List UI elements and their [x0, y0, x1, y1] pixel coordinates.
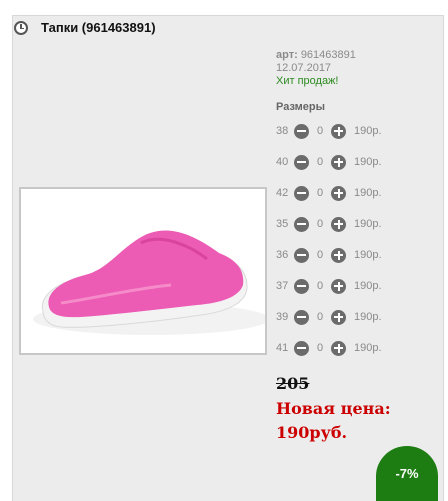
size-row: 36 0 190р.: [276, 246, 382, 264]
product-date: 12.07.2017: [276, 62, 332, 74]
quantity-value: 0: [316, 187, 324, 199]
size-price: 190р.: [354, 187, 382, 199]
product-info: арт: 961463891 12.07.2017 Хит продаж!: [276, 49, 356, 88]
new-price-label: Новая цена:: [276, 399, 391, 418]
minus-icon[interactable]: [294, 247, 309, 263]
size-row: 35 0 190р.: [276, 215, 382, 233]
quantity-value: 0: [316, 280, 324, 292]
quantity-value: 0: [316, 249, 324, 261]
clock-icon: [14, 20, 28, 35]
size-row: 37 0 190р.: [276, 277, 382, 295]
new-price-value: 190руб.: [276, 423, 348, 442]
size-price: 190р.: [354, 125, 382, 137]
size-label: 35: [276, 218, 289, 230]
minus-icon[interactable]: [294, 185, 309, 201]
art-value: 961463891: [300, 49, 356, 61]
discount-value: -7%: [395, 466, 419, 481]
minus-icon[interactable]: [294, 309, 309, 325]
slipper-image: [33, 230, 269, 335]
plus-icon[interactable]: [331, 185, 346, 201]
plus-icon[interactable]: [331, 309, 346, 325]
size-price: 190р.: [354, 218, 382, 230]
size-row: 41 0 190р.: [276, 339, 382, 357]
plus-icon[interactable]: [331, 340, 346, 356]
size-label: 38: [276, 125, 289, 137]
minus-icon[interactable]: [294, 216, 309, 232]
size-label: 40: [276, 156, 289, 168]
size-label: 39: [276, 311, 289, 323]
size-row: 39 0 190р.: [276, 308, 382, 326]
discount-badge: -7%: [376, 446, 438, 501]
product-title: Тапки (961463891): [41, 20, 156, 35]
plus-icon[interactable]: [331, 247, 346, 263]
product-header: Тапки (961463891): [14, 20, 156, 35]
size-price: 190р.: [354, 156, 382, 168]
size-price: 190р.: [354, 280, 382, 292]
size-price: 190р.: [354, 249, 382, 261]
plus-icon[interactable]: [331, 278, 346, 294]
size-label: 42: [276, 187, 289, 199]
art-label: арт:: [276, 49, 298, 61]
minus-icon[interactable]: [294, 154, 309, 170]
product-image[interactable]: [19, 187, 269, 355]
plus-icon[interactable]: [331, 154, 346, 170]
size-label: 41: [276, 342, 289, 354]
plus-icon[interactable]: [331, 123, 346, 139]
size-price: 190р.: [354, 342, 382, 354]
size-row: 40 0 190р.: [276, 153, 382, 171]
minus-icon[interactable]: [294, 340, 309, 356]
hit-badge: Хит продаж!: [276, 75, 339, 87]
size-row: 42 0 190р.: [276, 184, 382, 202]
quantity-value: 0: [316, 125, 324, 137]
sizes-title: Размеры: [276, 101, 326, 113]
quantity-value: 0: [316, 342, 324, 354]
size-label: 37: [276, 280, 289, 292]
quantity-value: 0: [316, 311, 324, 323]
old-price: 205: [276, 374, 310, 393]
minus-icon[interactable]: [294, 123, 309, 139]
minus-icon[interactable]: [294, 278, 309, 294]
size-row: 38 0 190р.: [276, 122, 382, 140]
plus-icon[interactable]: [331, 216, 346, 232]
size-price: 190р.: [354, 311, 382, 323]
size-label: 36: [276, 249, 289, 261]
quantity-value: 0: [316, 156, 324, 168]
quantity-value: 0: [316, 218, 324, 230]
